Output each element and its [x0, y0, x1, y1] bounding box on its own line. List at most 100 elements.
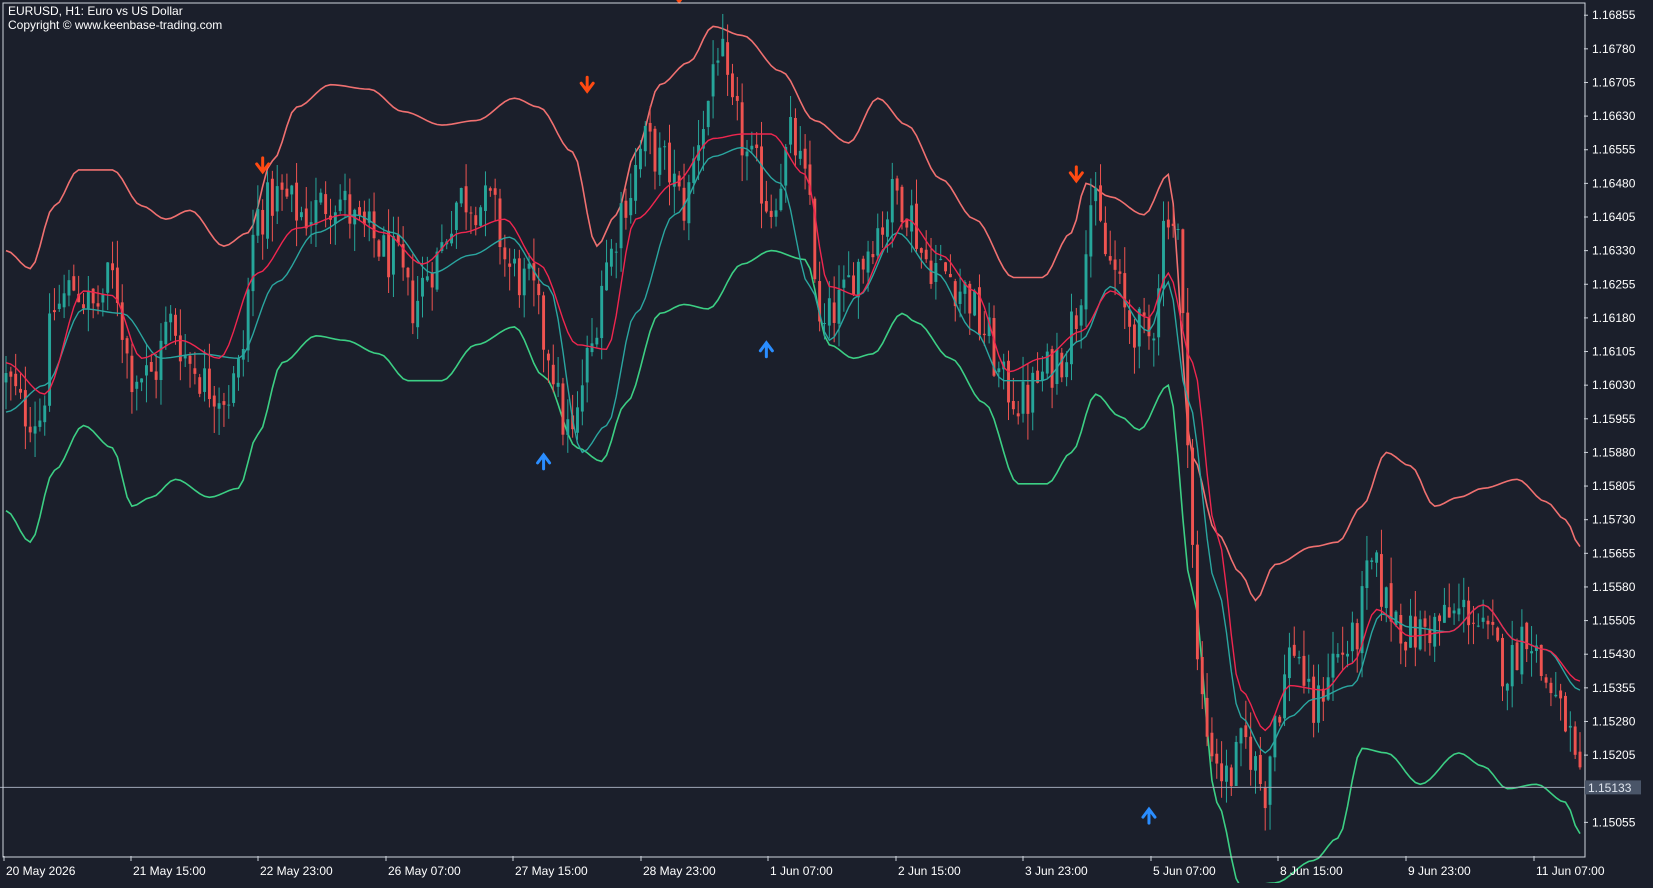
candle-body	[803, 148, 807, 169]
candle-body	[1433, 616, 1437, 647]
candle-body	[731, 73, 734, 98]
y-tick-label: 1.15430	[1592, 647, 1636, 661]
candle-body	[653, 128, 657, 172]
candle-body	[755, 144, 759, 149]
candle-body	[832, 302, 836, 323]
candle-body	[900, 186, 904, 223]
candle-body	[1438, 615, 1442, 622]
candle-body	[566, 419, 570, 435]
candle-body	[338, 199, 342, 212]
candle-body	[1384, 587, 1388, 609]
candle-body	[1462, 599, 1466, 608]
candle-body	[556, 382, 560, 387]
candle-body	[580, 385, 584, 412]
candle-body	[299, 212, 303, 218]
candle-body	[1544, 677, 1548, 683]
x-tick-label: 8 Jun 15:00	[1280, 864, 1343, 878]
candle-body	[1079, 305, 1083, 326]
candle-body	[1307, 678, 1311, 682]
candle-body	[1515, 642, 1519, 671]
candle-body	[1559, 690, 1563, 699]
candle-body	[1152, 338, 1156, 341]
candle-body	[1564, 695, 1567, 732]
candle-body	[1026, 384, 1030, 414]
current-price-label: 1.15133	[1585, 780, 1641, 795]
candle-body	[1084, 254, 1088, 310]
candle-body	[266, 182, 269, 239]
candle-body	[314, 200, 318, 225]
candle-body	[638, 148, 642, 170]
candle-body	[847, 275, 851, 278]
chart-background	[0, 0, 1653, 883]
candle-body	[856, 261, 860, 298]
candle-body	[212, 395, 216, 407]
candle-body	[348, 194, 352, 224]
candle-body	[67, 280, 71, 296]
y-tick-label: 1.16405	[1592, 210, 1636, 224]
candle-body	[789, 116, 793, 145]
y-tick-label: 1.15955	[1592, 412, 1636, 426]
chart-canvas[interactable]: 1.16855 1.16780 1.16705 1.16630 1.16555 1.164…	[0, 0, 1653, 888]
candle-body	[140, 378, 144, 383]
candle-body	[1171, 223, 1175, 226]
candle-body	[726, 42, 730, 75]
candle-body	[1428, 628, 1432, 644]
candle-body	[246, 289, 250, 351]
candle-body	[779, 188, 783, 211]
candle-body	[876, 228, 880, 256]
candle-body	[919, 248, 923, 253]
candle-body	[1297, 656, 1301, 659]
candle-body	[861, 258, 865, 270]
candle-body	[1065, 362, 1069, 378]
y-tick-label: 1.16255	[1592, 277, 1636, 291]
candle-body	[1234, 741, 1238, 786]
candle-body	[503, 247, 507, 260]
candle-body	[1128, 310, 1132, 327]
candle-body	[997, 368, 1001, 373]
candle-body	[52, 310, 56, 313]
candle-body	[469, 212, 473, 214]
candle-body	[14, 373, 18, 387]
candle-body	[1389, 583, 1393, 622]
candle-body	[290, 185, 294, 195]
candle-body	[1103, 222, 1107, 255]
candle-body	[1166, 219, 1170, 228]
candle-body	[387, 230, 391, 278]
candle-body	[605, 262, 608, 291]
x-tick-label: 5 Jun 07:00	[1153, 864, 1216, 878]
candle-body	[643, 125, 647, 152]
candle-body	[769, 210, 773, 217]
candle-body	[546, 353, 550, 361]
y-tick-label: 1.16180	[1592, 311, 1636, 325]
candle-body	[1244, 725, 1248, 738]
y-tick-label: 1.15655	[1592, 546, 1636, 560]
candle-body	[517, 258, 521, 296]
candle-body	[1355, 623, 1359, 650]
candle-body	[391, 236, 395, 275]
candle-body	[57, 303, 61, 309]
candle-body	[1287, 647, 1291, 679]
candle-body	[38, 420, 42, 427]
candle-body	[474, 215, 478, 226]
x-tick-label: 9 Jun 23:00	[1408, 864, 1471, 878]
candle-body	[852, 275, 855, 295]
candle-body	[585, 347, 589, 383]
candle-body	[464, 186, 468, 213]
candle-body	[721, 38, 725, 57]
candle-body	[43, 405, 47, 423]
candle-body	[1491, 621, 1495, 625]
candle-body	[760, 146, 763, 204]
candle-body	[1394, 611, 1398, 626]
candle-body	[1418, 619, 1422, 650]
candle-body	[1457, 608, 1461, 615]
candle-body	[624, 200, 628, 218]
candle-body	[1060, 352, 1064, 378]
candle-body	[1040, 371, 1044, 381]
candle-body	[706, 100, 710, 128]
candle-body	[1442, 604, 1446, 623]
candle-body	[1404, 642, 1408, 651]
candle-body	[735, 95, 739, 101]
candle-body	[895, 178, 899, 191]
price-chart[interactable]: 1.16855 1.16780 1.16705 1.16630 1.16555 1.164…	[0, 0, 1653, 888]
y-tick-label: 1.15505	[1592, 614, 1636, 628]
